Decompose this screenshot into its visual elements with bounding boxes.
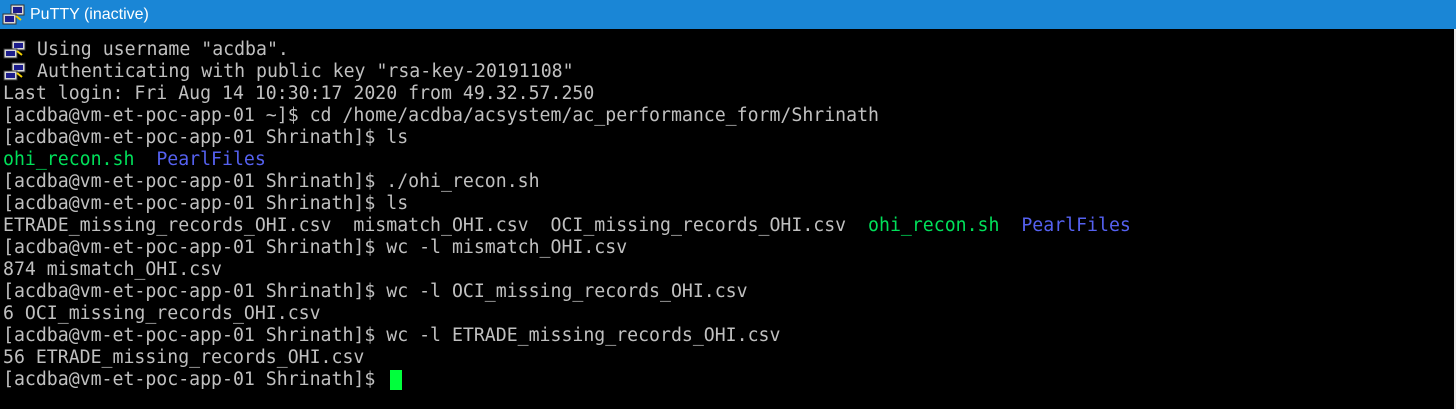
terminal-line: 6 OCI_missing_records_OHI.csv [3, 303, 1443, 325]
text-cursor [390, 370, 403, 390]
terminal-text: [acdba@vm-et-poc-app-01 Shrinath]$ wc -l… [3, 237, 628, 258]
terminal-text: [acdba@vm-et-poc-app-01 Shrinath]$ wc -l… [3, 325, 781, 346]
terminal-text: PearlFiles [156, 149, 266, 170]
title-bar[interactable]: PuTTY (inactive) [0, 0, 1456, 29]
terminal-line: Last login: Fri Aug 14 10:30:17 2020 fro… [3, 83, 1443, 105]
terminal-text: 874 mismatch_OHI.csv [3, 259, 222, 280]
terminal-line: ohi_recon.sh PearlFiles [3, 149, 1443, 171]
terminal-line: [acdba@vm-et-poc-app-01 Shrinath]$ ls [3, 127, 1443, 149]
terminal-line: Using username "acdba". [3, 39, 1443, 61]
terminal-line: ETRADE_missing_records_OHI.csv mismatch_… [3, 215, 1443, 237]
terminal-line: [acdba@vm-et-poc-app-01 Shrinath]$ wc -l… [3, 237, 1443, 259]
terminal-text: [acdba@vm-et-poc-app-01 Shrinath]$ [3, 369, 387, 390]
terminal-line: [acdba@vm-et-poc-app-01 Shrinath]$ wc -l… [3, 281, 1443, 303]
putty-icon [3, 62, 26, 81]
window-title: PuTTY (inactive) [30, 5, 149, 23]
terminal-text: 56 ETRADE_missing_records_OHI.csv [3, 347, 365, 368]
terminal-text: ohi_recon.sh [868, 215, 1000, 236]
terminal-line: [acdba@vm-et-poc-app-01 Shrinath]$ wc -l… [3, 325, 1443, 347]
terminal-text: Authenticating with public key "rsa-key-… [37, 61, 574, 82]
terminal-text: [acdba@vm-et-poc-app-01 Shrinath]$ wc -l… [3, 281, 748, 302]
putty-icon [2, 4, 25, 24]
terminal-line: [acdba@vm-et-poc-app-01 Shrinath]$ ls [3, 193, 1443, 215]
terminal-text: ohi_recon.sh [3, 149, 135, 170]
terminal-text: Using username "acdba". [37, 39, 289, 60]
terminal-line: 56 ETRADE_missing_records_OHI.csv [3, 347, 1443, 369]
terminal-line: Authenticating with public key "rsa-key-… [3, 61, 1443, 83]
terminal-line: [acdba@vm-et-poc-app-01 Shrinath]$ ./ohi… [3, 171, 1443, 193]
terminal-line: [acdba@vm-et-poc-app-01 ~]$ cd /home/acd… [3, 105, 1443, 127]
terminal-text: [acdba@vm-et-poc-app-01 Shrinath]$ ls [3, 127, 409, 148]
terminal-output[interactable]: Using username "acdba". Authenticating wi… [3, 39, 1443, 405]
terminal-line: [acdba@vm-et-poc-app-01 Shrinath]$ [3, 369, 1443, 391]
terminal-text: PearlFiles [1021, 215, 1131, 236]
terminal-line: 874 mismatch_OHI.csv [3, 259, 1443, 281]
terminal-text: 6 OCI_missing_records_OHI.csv [3, 303, 321, 324]
putty-icon [3, 40, 26, 59]
terminal-text: [acdba@vm-et-poc-app-01 Shrinath]$ ls [3, 193, 409, 214]
terminal-text: ETRADE_missing_records_OHI.csv mismatch_… [3, 215, 869, 236]
terminal-text: [acdba@vm-et-poc-app-01 ~]$ cd /home/acd… [3, 105, 879, 126]
terminal-text: [acdba@vm-et-poc-app-01 Shrinath]$ ./ohi… [3, 171, 540, 192]
terminal-text: Last login: Fri Aug 14 10:30:17 2020 fro… [3, 83, 595, 104]
